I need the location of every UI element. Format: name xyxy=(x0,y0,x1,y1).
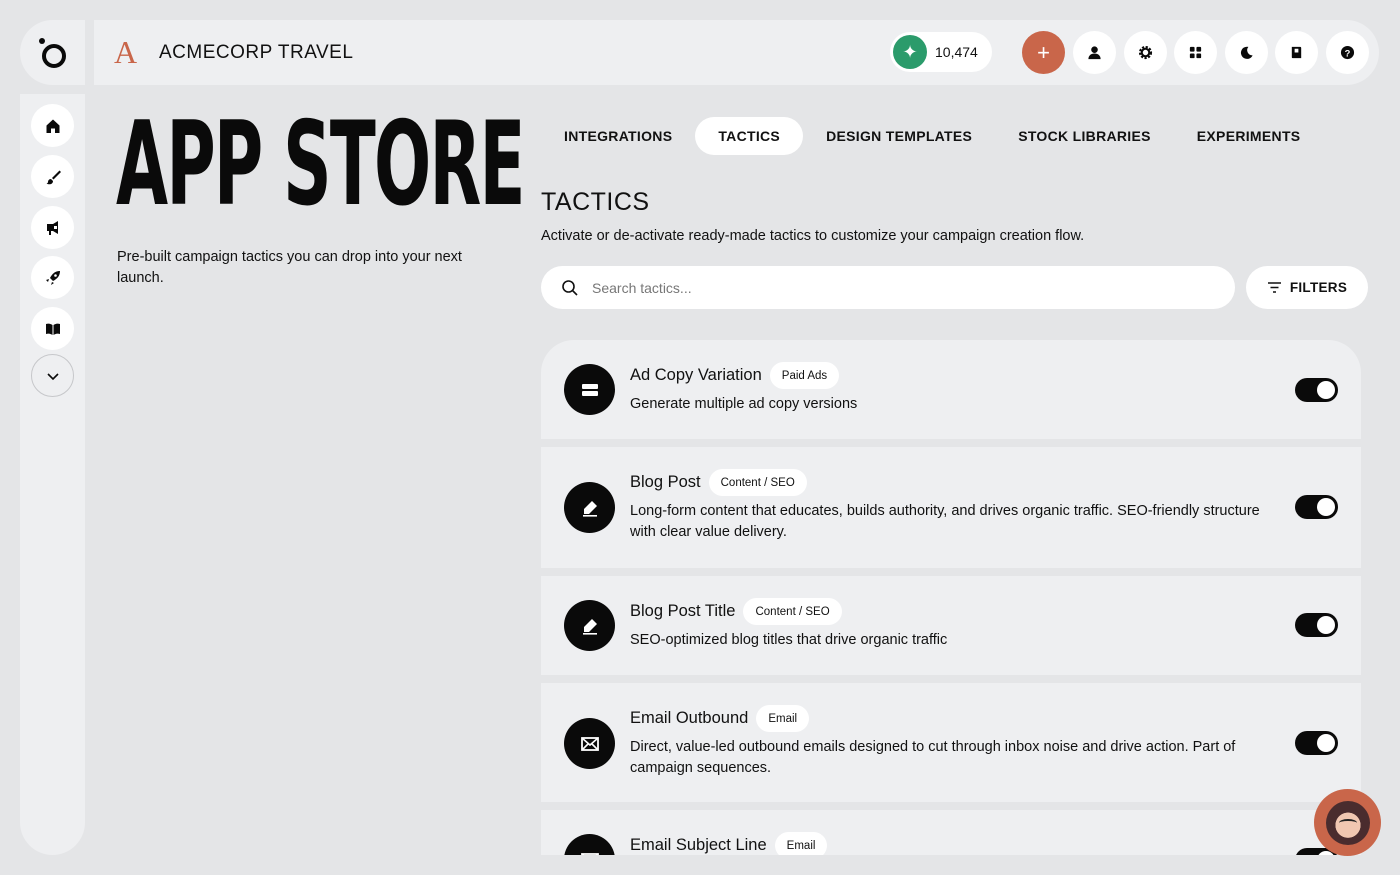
rocket-icon xyxy=(45,270,60,285)
tactic-name: Email Subject Line xyxy=(630,836,767,854)
avatar xyxy=(1325,800,1370,845)
sidebar-nav xyxy=(20,94,85,855)
help-icon: ? xyxy=(1340,45,1355,60)
section-description: Activate or de-activate ready-made tacti… xyxy=(541,228,1085,244)
tactics-list: Ad Copy Variation Paid Ads Generate mult… xyxy=(541,340,1361,855)
tactic-toggle[interactable] xyxy=(1295,495,1338,519)
sidebar-item-launch[interactable] xyxy=(31,256,74,299)
brand-name[interactable]: ACMECORP TRAVEL xyxy=(159,42,353,64)
dark-mode-icon xyxy=(1240,46,1253,59)
tactic-card: Blog Post Title Content / SEO SEO-optimi… xyxy=(541,576,1361,675)
tab-integrations[interactable]: INTEGRATIONS xyxy=(541,117,695,155)
assistant-chat-button[interactable] xyxy=(1314,789,1381,856)
sidebar-item-campaigns[interactable] xyxy=(31,206,74,249)
tab-experiments[interactable]: EXPERIMENTS xyxy=(1174,117,1324,155)
tactic-name: Email Outbound xyxy=(630,709,749,727)
tactic-card: Email Outbound Email Direct, value-led o… xyxy=(541,683,1361,802)
sidebar-item-home[interactable] xyxy=(31,104,74,147)
user-icon xyxy=(1088,46,1101,60)
page-subtitle: Pre-built campaign tactics you can drop … xyxy=(117,249,462,286)
apps-button[interactable] xyxy=(1174,31,1217,74)
create-button[interactable]: + xyxy=(1022,31,1065,74)
tactic-name: Blog Post xyxy=(630,473,701,491)
tactic-description: Direct, value-led outbound emails design… xyxy=(630,739,1236,776)
chevron-down-icon xyxy=(46,372,59,380)
tab-stock-libraries[interactable]: STOCK LIBRARIES xyxy=(995,117,1174,155)
book-icon xyxy=(1291,46,1302,59)
search-icon xyxy=(562,279,578,296)
filters-label: FILTERS xyxy=(1289,280,1348,295)
svg-text:?: ? xyxy=(1345,48,1351,58)
filter-icon xyxy=(1267,282,1281,293)
app-logo[interactable] xyxy=(20,20,85,85)
edit-icon xyxy=(564,600,615,651)
tactic-card: Ad Copy Variation Paid Ads Generate mult… xyxy=(541,340,1361,439)
sidebar-expand-button[interactable] xyxy=(31,354,74,397)
tactic-card: Blog Post Content / SEO Long-form conten… xyxy=(541,447,1361,568)
settings-button[interactable] xyxy=(1124,31,1167,74)
profile-button[interactable] xyxy=(1073,31,1116,74)
sparkle-icon: ✦ xyxy=(893,35,927,69)
credits-count: 10,474 xyxy=(935,44,978,60)
search-bar xyxy=(541,266,1235,309)
tactic-tag: Email xyxy=(774,832,828,855)
tactic-name: Ad Copy Variation xyxy=(630,366,762,384)
tab-bar: INTEGRATIONS TACTICS DESIGN TEMPLATES ST… xyxy=(541,117,1323,155)
help-button[interactable]: ? xyxy=(1326,31,1369,74)
tactic-toggle[interactable] xyxy=(1295,731,1338,755)
brand-mark: A xyxy=(114,34,138,70)
logo-icon xyxy=(38,37,66,68)
envelope-icon xyxy=(564,834,615,855)
tactic-toggle[interactable] xyxy=(1295,378,1338,402)
tab-design-templates[interactable]: DESIGN TEMPLATES xyxy=(803,117,995,155)
credits-badge[interactable]: ✦ 10,474 xyxy=(890,32,992,72)
section-title: TACTICS xyxy=(541,188,650,216)
edit-icon xyxy=(564,482,615,533)
plus-icon: + xyxy=(1037,39,1050,65)
tactic-description: Generate multiple ad copy versions xyxy=(630,396,858,412)
brush-icon xyxy=(46,170,61,184)
page-title: APP STORE xyxy=(116,97,526,232)
tactic-name: Blog Post Title xyxy=(630,602,736,620)
envelope-icon xyxy=(564,718,615,769)
docs-button[interactable] xyxy=(1275,31,1318,74)
apps-grid-icon xyxy=(1189,46,1202,59)
sidebar-item-library[interactable] xyxy=(31,307,74,350)
sidebar-item-design[interactable] xyxy=(31,155,74,198)
tab-tactics[interactable]: TACTICS xyxy=(695,117,804,155)
megaphone-icon xyxy=(46,220,58,235)
filters-button[interactable]: FILTERS xyxy=(1246,266,1368,309)
tactic-tag: Paid Ads xyxy=(769,362,840,389)
home-icon xyxy=(46,119,59,133)
settings-icon xyxy=(1138,45,1153,60)
book-open-icon xyxy=(45,323,60,335)
search-input[interactable] xyxy=(592,279,1192,296)
stack-icon xyxy=(564,364,615,415)
tactic-card: Email Subject Line Email xyxy=(541,810,1361,855)
theme-toggle-button[interactable] xyxy=(1225,31,1268,74)
top-bar: A ACMECORP TRAVEL ✦ 10,474 + ? xyxy=(94,20,1379,85)
tactic-tag: Content / SEO xyxy=(708,469,807,496)
tactic-description: SEO-optimized blog titles that drive org… xyxy=(630,632,948,648)
tactic-toggle[interactable] xyxy=(1295,613,1338,637)
tactic-description: Long-form content that educates, builds … xyxy=(630,503,1260,540)
tactic-tag: Email xyxy=(756,705,810,732)
tactic-tag: Content / SEO xyxy=(743,598,842,625)
